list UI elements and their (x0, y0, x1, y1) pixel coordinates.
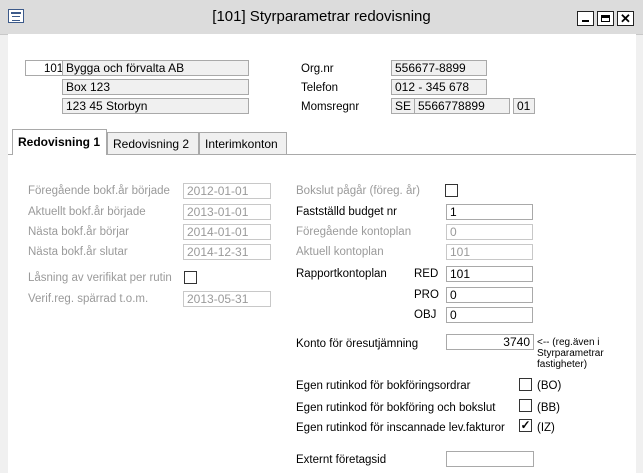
lock-label: Låsning av verifikat per rutin (28, 272, 172, 284)
close-icon[interactable]: ✕ (617, 11, 634, 26)
cur-year-start-field: 2013-01-01 (183, 204, 271, 220)
own-bo-code: (BO) (537, 380, 562, 392)
maximize-icon[interactable] (597, 11, 614, 26)
own-bb-checkbox[interactable] (519, 399, 532, 412)
lock-checkbox[interactable] (184, 271, 197, 284)
prev-year-start-label: Föregående bokf.år började (28, 185, 170, 197)
tab-redovisning-2[interactable]: Redovisning 2 (107, 132, 199, 154)
locked-until-label: Verif.reg. spärrad t.o.m. (28, 293, 149, 305)
cur-chart-field: 101 (446, 244, 533, 260)
phone-label: Telefon (301, 82, 339, 94)
next-year-start-label: Nästa bokf.år börjar (28, 226, 129, 238)
external-id-label: Externt företagsid (296, 454, 387, 466)
cur-year-start-label: Aktuellt bokf.år började (28, 206, 146, 218)
prev-year-start-field: 2012-01-01 (183, 183, 271, 199)
report-chart-label: Rapportkontoplan (296, 268, 387, 280)
next-year-start-field: 2014-01-01 (183, 224, 271, 240)
cur-chart-label: Aktuell kontoplan (296, 246, 384, 258)
phone-field: 012 - 345 678 (391, 79, 487, 95)
obj-field[interactable]: 0 (446, 307, 533, 323)
obj-label: OBJ (414, 309, 437, 321)
red-label: RED (414, 268, 439, 280)
orgnr-label: Org.nr (301, 63, 334, 75)
own-iz-checkbox[interactable]: ✓ (519, 419, 532, 432)
vat-number-field: 5566778899 (414, 98, 510, 114)
rounding-note-1: <-- (reg.även i (537, 337, 600, 348)
own-iz-code: (IZ) (537, 422, 555, 434)
company-address-field: Box 123 (62, 79, 249, 95)
rounding-label: Konto för öresutjämning (296, 338, 419, 350)
company-name-field: Bygga och förvalta AB (62, 60, 249, 76)
pro-field[interactable]: 0 (446, 287, 533, 303)
pro-label: PRO (414, 289, 439, 301)
tab-redovisning-1[interactable]: Redovisning 1 (12, 129, 107, 155)
budget-label: Fastställd budget nr (296, 206, 398, 218)
window-title: [101] Styrparametrar redovisning (212, 8, 431, 25)
own-bb-label: Egen rutinkod för bokföring och bokslut (296, 402, 496, 414)
vat-country-field: SE (391, 98, 415, 114)
external-id-field[interactable] (446, 451, 534, 467)
vat-label: Momsregnr (301, 101, 360, 113)
company-postal-field: 123 45 Storbyn (62, 98, 249, 114)
closing-label: Bokslut pågår (föreg. år) (296, 185, 421, 197)
budget-field[interactable]: 1 (446, 204, 533, 220)
prev-chart-label: Föregående kontoplan (296, 226, 412, 238)
title-bar: [101] Styrparametrar redovisning ✕ (0, 0, 643, 35)
orgnr-field: 556677-8899 (391, 60, 487, 76)
tab-interimkonton[interactable]: Interimkonton (199, 132, 287, 154)
locked-until-field: 2013-05-31 (183, 291, 271, 307)
rounding-note-3: fastigheter) (537, 359, 588, 370)
checkmark-icon: ✓ (520, 418, 531, 432)
closing-checkbox[interactable] (445, 184, 458, 197)
own-bo-checkbox[interactable] (519, 378, 532, 391)
own-bb-code: (BB) (537, 402, 560, 414)
rounding-note-2: Styrparametrar (537, 348, 604, 359)
next-year-end-label: Nästa bokf.år slutar (28, 246, 128, 258)
prev-chart-field: 0 (446, 224, 533, 240)
own-iz-label: Egen rutinkod för inscannade lev.fakturo… (296, 422, 505, 434)
own-bo-label: Egen rutinkod för bokföringsordrar (296, 380, 471, 392)
next-year-end-field: 2014-12-31 (183, 244, 271, 260)
minimize-icon[interactable] (577, 11, 594, 26)
red-field[interactable]: 101 (446, 266, 533, 282)
rounding-field[interactable]: 3740 (446, 334, 534, 350)
company-number-box (25, 60, 63, 76)
vat-suffix-field: 01 (513, 98, 535, 114)
